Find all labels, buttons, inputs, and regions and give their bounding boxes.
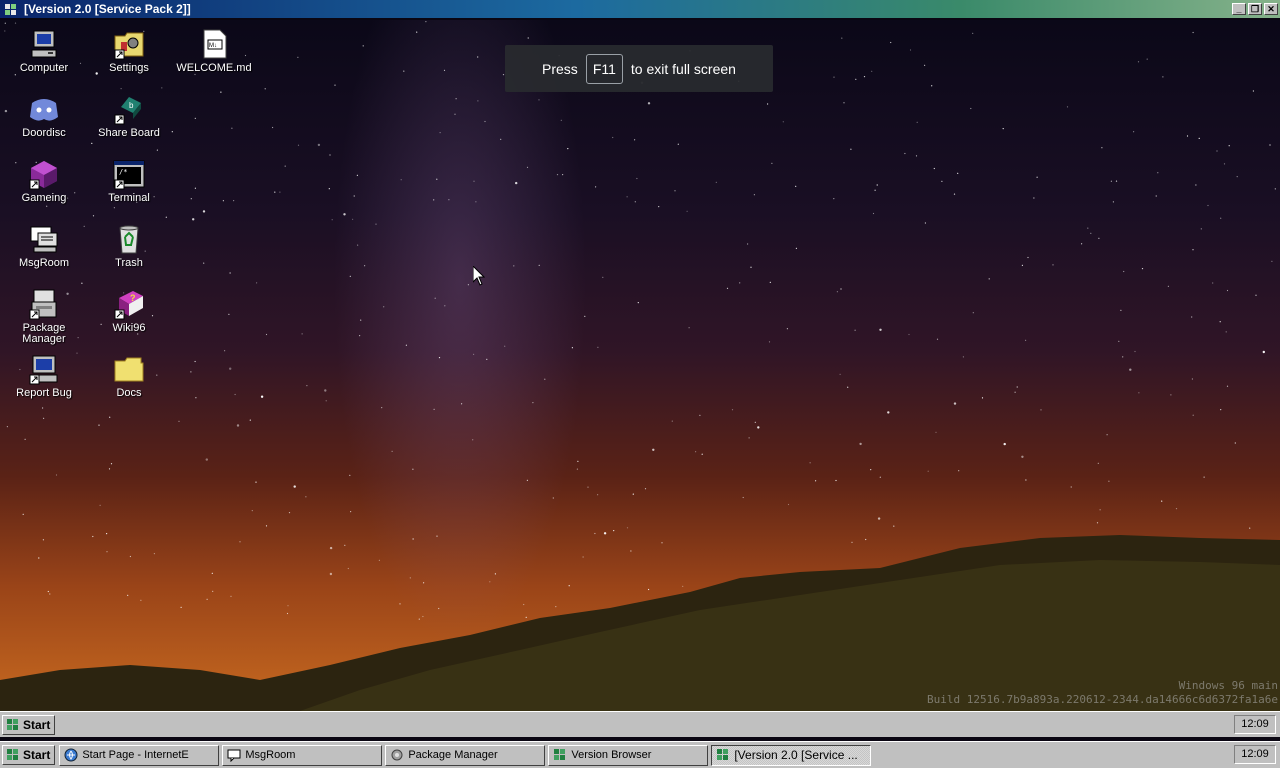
minimize-icon[interactable]: _ bbox=[1232, 3, 1246, 15]
help-book-icon: ? bbox=[114, 291, 143, 320]
desktop-icon-terminal[interactable]: /* Terminal bbox=[89, 158, 169, 204]
start-button-top[interactable]: Start bbox=[2, 714, 56, 735]
desktop-icon-report-bug[interactable]: Report Bug bbox=[4, 353, 84, 399]
taskbar-clock-top[interactable]: 12:09 bbox=[1234, 715, 1276, 734]
task-version-browser[interactable]: Version Browser bbox=[548, 744, 709, 766]
desktop-icon-docs[interactable]: Docs bbox=[89, 353, 169, 399]
windows96-logo-icon bbox=[5, 4, 16, 15]
desktop-icon-msgroom[interactable]: MsgRoom bbox=[4, 223, 84, 269]
windows96-logo-icon bbox=[7, 718, 18, 730]
desktop-icon-package-manager[interactable]: Package Manager bbox=[4, 288, 84, 345]
svg-text:/*: /* bbox=[119, 168, 127, 176]
task-start-page-internete[interactable]: Start Page - InternetE bbox=[59, 744, 220, 766]
internet-explorer-icon bbox=[64, 748, 78, 762]
task-version-2-service-pack[interactable]: [Version 2.0 [Service ... bbox=[711, 744, 872, 766]
fullscreen-notice-press: Press bbox=[542, 60, 578, 77]
start-label: Start bbox=[23, 717, 51, 732]
task-msgroom[interactable]: MsgRoom bbox=[222, 744, 383, 766]
desktop-icon-welcome-md[interactable]: M↓ WELCOME.md bbox=[174, 28, 254, 74]
svg-text:M↓: M↓ bbox=[209, 43, 217, 49]
svg-text:?: ? bbox=[130, 293, 136, 303]
desktop[interactable]: Computer Doordisc Gameing MsgRoom Packag… bbox=[0, 20, 1280, 711]
fullscreen-notice: Press F11 to exit full screen bbox=[505, 45, 773, 92]
start-label: Start bbox=[23, 748, 51, 762]
folder-icon bbox=[114, 357, 144, 382]
desktop-icon-computer[interactable]: Computer bbox=[4, 28, 84, 74]
msgroom-icon bbox=[30, 226, 58, 253]
build-watermark: Windows 96 main Build 12516.7b9a893a.220… bbox=[927, 679, 1278, 707]
watermark-line1: Windows 96 main bbox=[1178, 679, 1278, 692]
svg-text:b: b bbox=[129, 101, 134, 110]
desktop-icon-wiki96[interactable]: ? Wiki96 bbox=[89, 288, 169, 334]
desktop-icon-trash[interactable]: Trash bbox=[89, 223, 169, 269]
fullscreen-notice-rest: to exit full screen bbox=[630, 60, 736, 77]
discord-icon bbox=[30, 99, 58, 121]
terminal-icon: /* bbox=[113, 160, 145, 190]
hills-silhouette bbox=[0, 535, 1280, 711]
watermark-line2: Build 12516.7b9a893a.220612-2344.da14666… bbox=[927, 693, 1278, 706]
window-title: [Version 2.0 [Service Pack 2]] bbox=[24, 2, 191, 16]
share-board-icon: b bbox=[114, 97, 141, 125]
close-icon[interactable]: ✕ bbox=[1264, 3, 1278, 15]
taskbar-top: Start 12:09 bbox=[0, 711, 1280, 737]
windows96-logo-icon bbox=[554, 749, 566, 760]
desktop-icon-gameing[interactable]: Gameing bbox=[4, 158, 84, 204]
f11-key-badge: F11 bbox=[585, 53, 623, 84]
game-cube-icon bbox=[29, 161, 57, 190]
package-manager-icon bbox=[391, 749, 403, 761]
msgroom-icon bbox=[227, 749, 241, 762]
windows96-logo-icon bbox=[7, 749, 18, 760]
start-button-bottom[interactable]: Start bbox=[2, 745, 56, 765]
computer-icon bbox=[31, 30, 57, 58]
report-bug-icon bbox=[29, 355, 58, 385]
window-titlebar[interactable]: [Version 2.0 [Service Pack 2]] _ ❐ ✕ bbox=[0, 0, 1280, 18]
desktop-icon-share-board[interactable]: b Share Board bbox=[89, 93, 169, 139]
package-manager-icon bbox=[29, 289, 57, 320]
desktop-icon-doordisc[interactable]: Doordisc bbox=[4, 93, 84, 139]
markdown-file-icon: M↓ bbox=[203, 29, 227, 59]
recycle-bin-icon bbox=[119, 225, 139, 254]
mouse-pointer-icon bbox=[473, 266, 485, 286]
desktop-icon-settings[interactable]: Settings bbox=[89, 28, 169, 74]
taskbar-clock-bottom[interactable]: 12:09 bbox=[1234, 745, 1276, 764]
restore-icon[interactable]: ❐ bbox=[1248, 3, 1262, 15]
settings-icon bbox=[114, 32, 144, 60]
windows96-logo-icon bbox=[717, 749, 729, 760]
task-package-manager[interactable]: Package Manager bbox=[385, 744, 546, 766]
taskbar-bottom: Start Start Page - InternetE MsgRoom Pac… bbox=[0, 741, 1280, 768]
